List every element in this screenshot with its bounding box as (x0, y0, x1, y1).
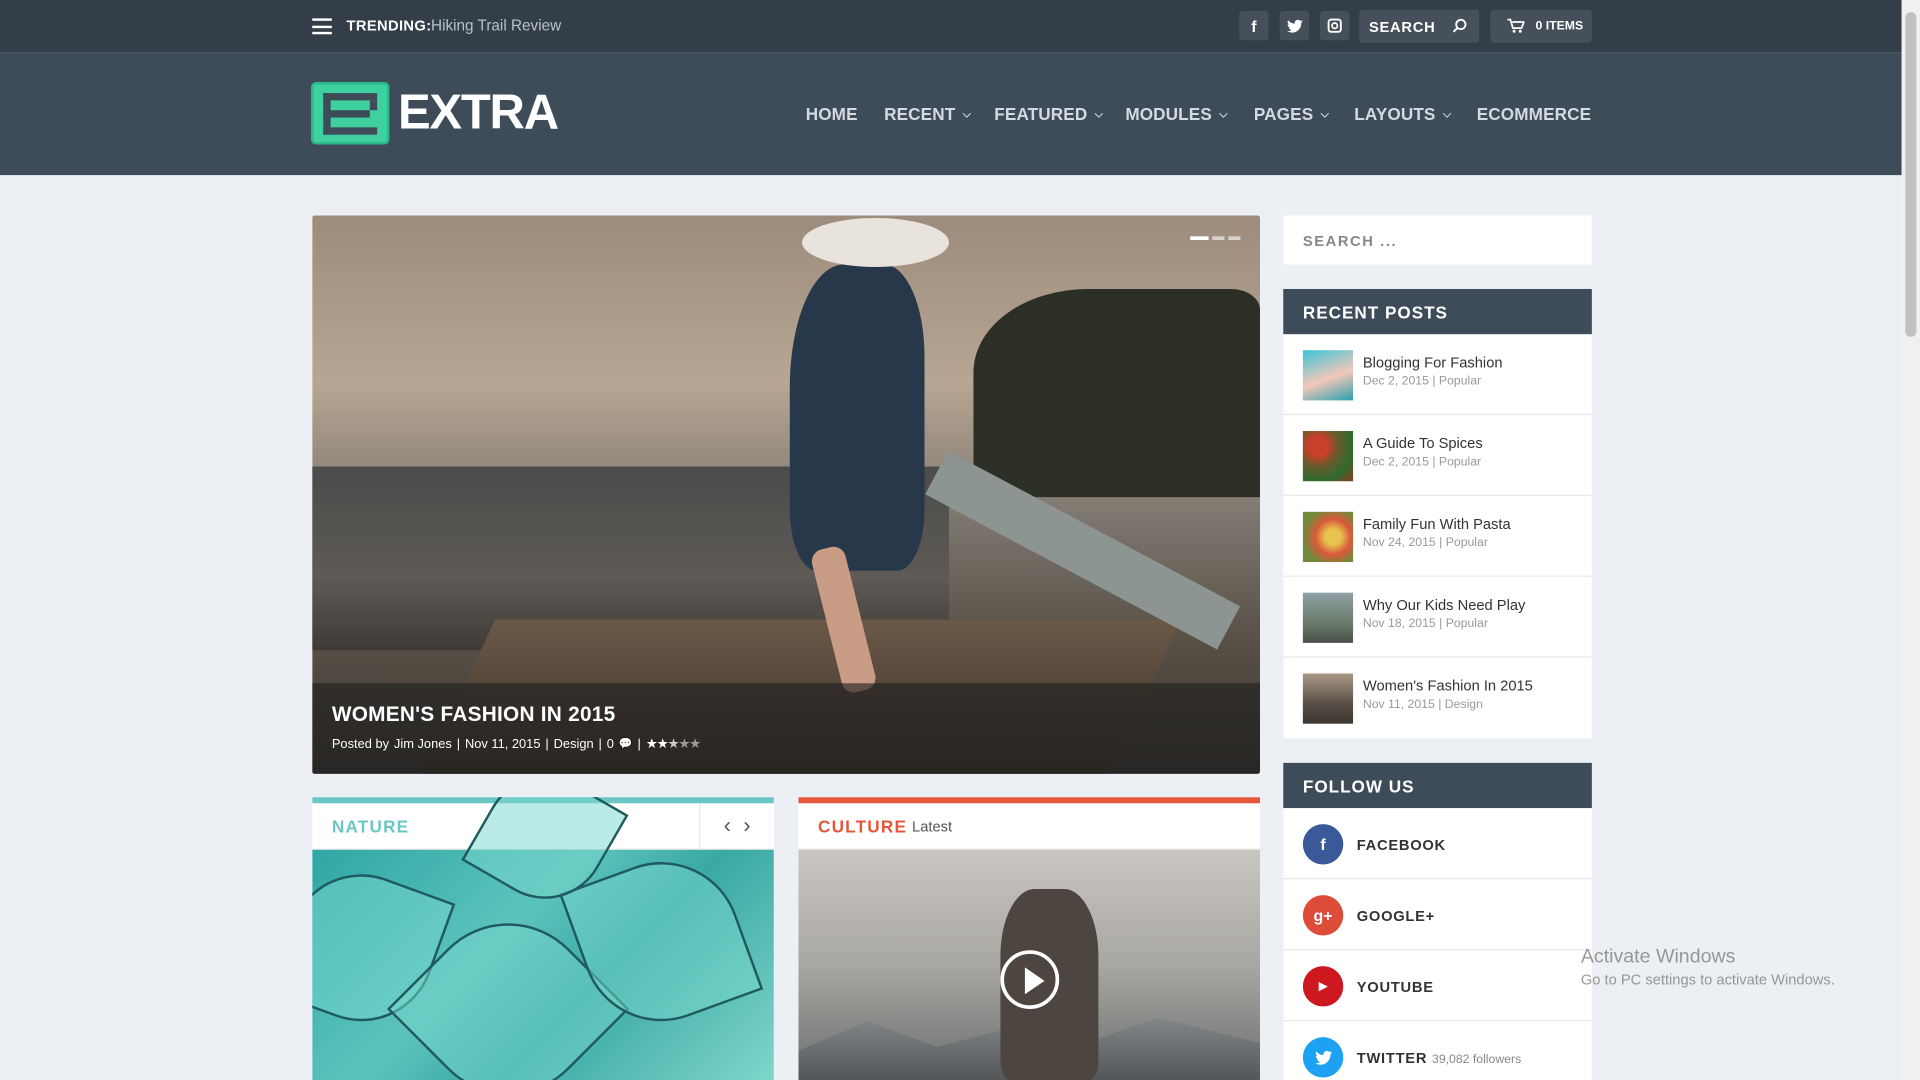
slider-dot[interactable] (1228, 236, 1241, 241)
nav-modules[interactable]: MODULES ⌵ (1125, 104, 1227, 124)
facebook-icon: f (1302, 824, 1344, 865)
cart-label: 0 ITEMS (1535, 19, 1584, 34)
activate-windows-watermark: Activate Windows Go to PC settings to ac… (1580, 946, 1835, 989)
hero-title[interactable]: WOMEN'S FASHION IN 2015 (332, 703, 616, 727)
post-thumbnail[interactable] (1302, 350, 1354, 401)
chevron-down-icon: ⌵ (1219, 107, 1228, 120)
menu-icon[interactable] (312, 18, 332, 35)
follower-count: 39,082 followers (1432, 1053, 1522, 1067)
hero-meta: Posted by Jim Jones | Nov 11, 2015 | Des… (331, 736, 702, 752)
chevron-right-icon[interactable]: › (743, 813, 750, 839)
chevron-left-icon[interactable]: ‹ (724, 813, 731, 839)
follow-google-plus[interactable]: g+ GOOGLE+ (1283, 879, 1592, 951)
chevron-down-icon: ⌵ (1442, 107, 1452, 120)
scrollbar-thumb[interactable] (1905, 12, 1917, 337)
nav-layouts[interactable]: LAYOUTS ⌵ (1354, 104, 1451, 124)
featured-slider[interactable]: WOMEN'S FASHION IN 2015 Posted by Jim Jo… (312, 215, 1261, 774)
follow-us-header: FOLLOW US (1283, 762, 1592, 809)
twitter-icon (1302, 1037, 1344, 1078)
list-item[interactable]: A Guide To Spices Dec 2, 2015 | Popular (1283, 415, 1592, 496)
sidebar-search-input[interactable]: SEARCH ... (1283, 215, 1592, 265)
post-thumbnail[interactable] (1302, 431, 1354, 482)
culture-image[interactable] (798, 849, 1261, 1080)
rating-stars: ★★★★★ (645, 737, 702, 752)
cart-icon (1507, 18, 1525, 33)
post-thumbnail[interactable] (1302, 511, 1354, 563)
nature-image[interactable] (312, 797, 774, 1080)
chevron-down-icon: ⌵ (1320, 107, 1330, 120)
chevron-down-icon: ⌵ (962, 107, 972, 120)
list-item[interactable]: Women's Fashion In 2015 Nov 11, 2015 | D… (1283, 658, 1592, 739)
nav-home[interactable]: HOME (806, 104, 858, 124)
play-icon[interactable] (1000, 950, 1060, 1009)
main-header: EXTRA HOME RECENT ⌵ FEATURED ⌵ MODULES ⌵ PA… (0, 52, 1902, 176)
list-item[interactable]: Family Fun With Pasta Nov 24, 2015 | Pop… (1283, 496, 1592, 577)
facebook-icon[interactable]: f (1239, 11, 1269, 41)
slider-dots[interactable] (1190, 236, 1241, 241)
page-scrollbar[interactable] (1901, 0, 1920, 1080)
comment-icon: 💬 (618, 737, 633, 750)
nature-module: NATURE ‹ › (312, 797, 774, 1080)
trending-label: TRENDING: (346, 17, 432, 35)
culture-module: CULTURE Latest (798, 797, 1261, 1080)
slider-dot[interactable] (1190, 236, 1209, 241)
follow-twitter[interactable]: TWITTER 39,082 followers (1283, 1021, 1592, 1080)
instagram-icon[interactable] (1320, 11, 1350, 41)
cart-button[interactable]: 0 ITEMS (1490, 9, 1592, 43)
follow-youtube[interactable]: ▶ YOUTUBE (1283, 950, 1592, 1022)
comment-count[interactable]: 0 (607, 737, 614, 752)
recent-posts-header: RECENT POSTS (1283, 288, 1592, 335)
logo-text[interactable]: EXTRA (398, 86, 559, 141)
nav-featured[interactable]: FEATURED ⌵ (994, 104, 1103, 124)
chevron-down-icon: ⌵ (1094, 107, 1104, 120)
top-search-label: SEARCH (1368, 18, 1436, 36)
follow-facebook[interactable]: f FACEBOOK (1283, 808, 1592, 880)
post-thumbnail[interactable] (1302, 592, 1354, 643)
twitter-icon[interactable] (1279, 11, 1309, 41)
top-bar: TRENDING: Hiking Trail Review f SEARCH 0… (0, 0, 1902, 53)
author-link[interactable]: Jim Jones (394, 737, 452, 752)
trending-link[interactable]: Hiking Trail Review (431, 17, 561, 34)
post-thumbnail[interactable] (1302, 673, 1354, 724)
module-title[interactable]: NATURE (332, 816, 410, 836)
hero-caption (312, 683, 1261, 774)
slider-dot[interactable] (1212, 236, 1225, 241)
recent-posts-list: Blogging For Fashion Dec 2, 2015 | Popul… (1283, 334, 1592, 739)
logo-icon[interactable] (311, 82, 390, 145)
follow-us-list: f FACEBOOK g+ GOOGLE+ ▶ YOUTUBE TWITTER … (1283, 808, 1592, 1080)
nav-recent[interactable]: RECENT ⌵ (884, 104, 971, 124)
nav-ecommerce[interactable]: ECOMMERCE (1477, 104, 1591, 124)
category-link[interactable]: Design (554, 737, 594, 752)
youtube-icon: ▶ (1302, 966, 1344, 1007)
module-subtitle: Latest (912, 817, 953, 835)
nav-pages[interactable]: PAGES ⌵ (1254, 104, 1329, 124)
module-title[interactable]: CULTURE (818, 816, 907, 836)
list-item[interactable]: Blogging For Fashion Dec 2, 2015 | Popul… (1283, 334, 1592, 416)
top-search-input[interactable]: SEARCH (1359, 9, 1480, 43)
post-date: Nov 11, 2015 (464, 736, 541, 752)
list-item[interactable]: Why Our Kids Need Play Nov 18, 2015 | Po… (1283, 577, 1592, 658)
google-plus-icon: g+ (1302, 895, 1344, 936)
search-icon (1452, 18, 1467, 33)
